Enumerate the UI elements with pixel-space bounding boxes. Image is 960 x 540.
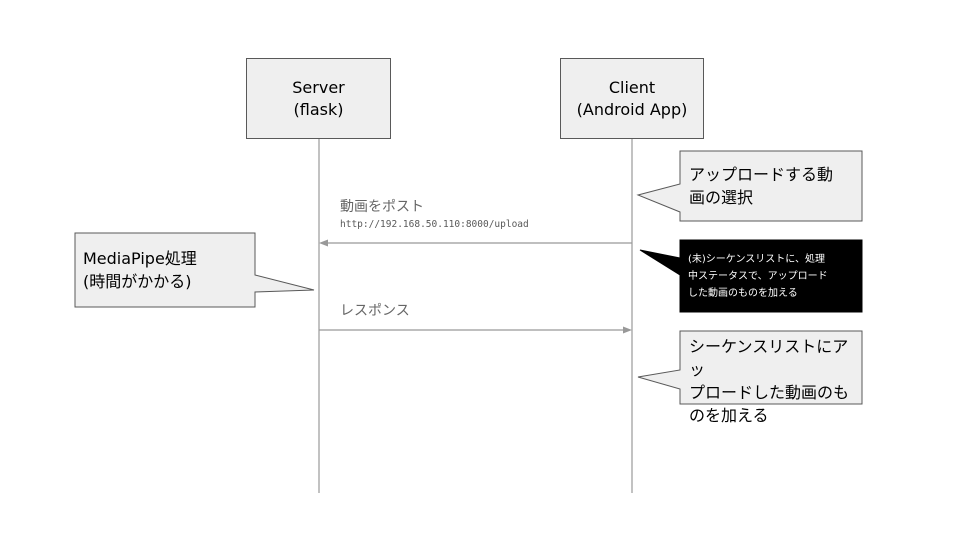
client-done-note-line: のを加える	[689, 406, 769, 425]
client-done-note-line: シーケンスリストにアッ	[689, 337, 849, 379]
client-pending-note: (未)シーケンスリストに、処理 中ステータスで、アップロード した動画のものを加…	[688, 251, 858, 302]
post-video-label: 動画をポスト	[340, 199, 424, 215]
sequence-diagram: Server (flask) Client (Android App) 動画をポ…	[0, 0, 960, 540]
client-pending-note-line: 中ステータスで、アップロード	[688, 271, 828, 282]
server-process-note-line: (時間がかかる)	[83, 272, 192, 291]
post-video-arrowhead	[319, 239, 328, 247]
client-actor-name: Client	[608, 77, 656, 97]
server-actor-name: Server	[292, 77, 345, 97]
server-actor-box: Server (flask)	[246, 58, 391, 139]
server-process-note-line: MediaPipe処理	[83, 249, 197, 268]
client-actor-box: Client (Android App)	[560, 58, 704, 139]
post-video-url: http://192.168.50.110:8000/upload	[340, 219, 529, 230]
client-pending-note-line: した動画のものを加える	[688, 288, 798, 299]
client-done-note: シーケンスリストにアッ プロードした動画のも のを加える	[689, 335, 859, 427]
client-select-note-line: アップロードする動	[689, 165, 834, 184]
response-arrowhead	[623, 326, 632, 334]
client-done-note-line: プロードした動画のも	[689, 383, 850, 402]
server-process-note: MediaPipe処理 (時間がかかる)	[83, 247, 253, 293]
client-select-note: アップロードする動 画の選択	[689, 163, 857, 209]
client-actor-detail: (Android App)	[576, 99, 688, 119]
client-select-note-line: 画の選択	[689, 188, 754, 207]
response-label: レスポンス	[340, 303, 410, 319]
server-actor-detail: (flask)	[293, 99, 344, 119]
client-pending-note-line: (未)シーケンスリストに、処理	[688, 254, 826, 265]
